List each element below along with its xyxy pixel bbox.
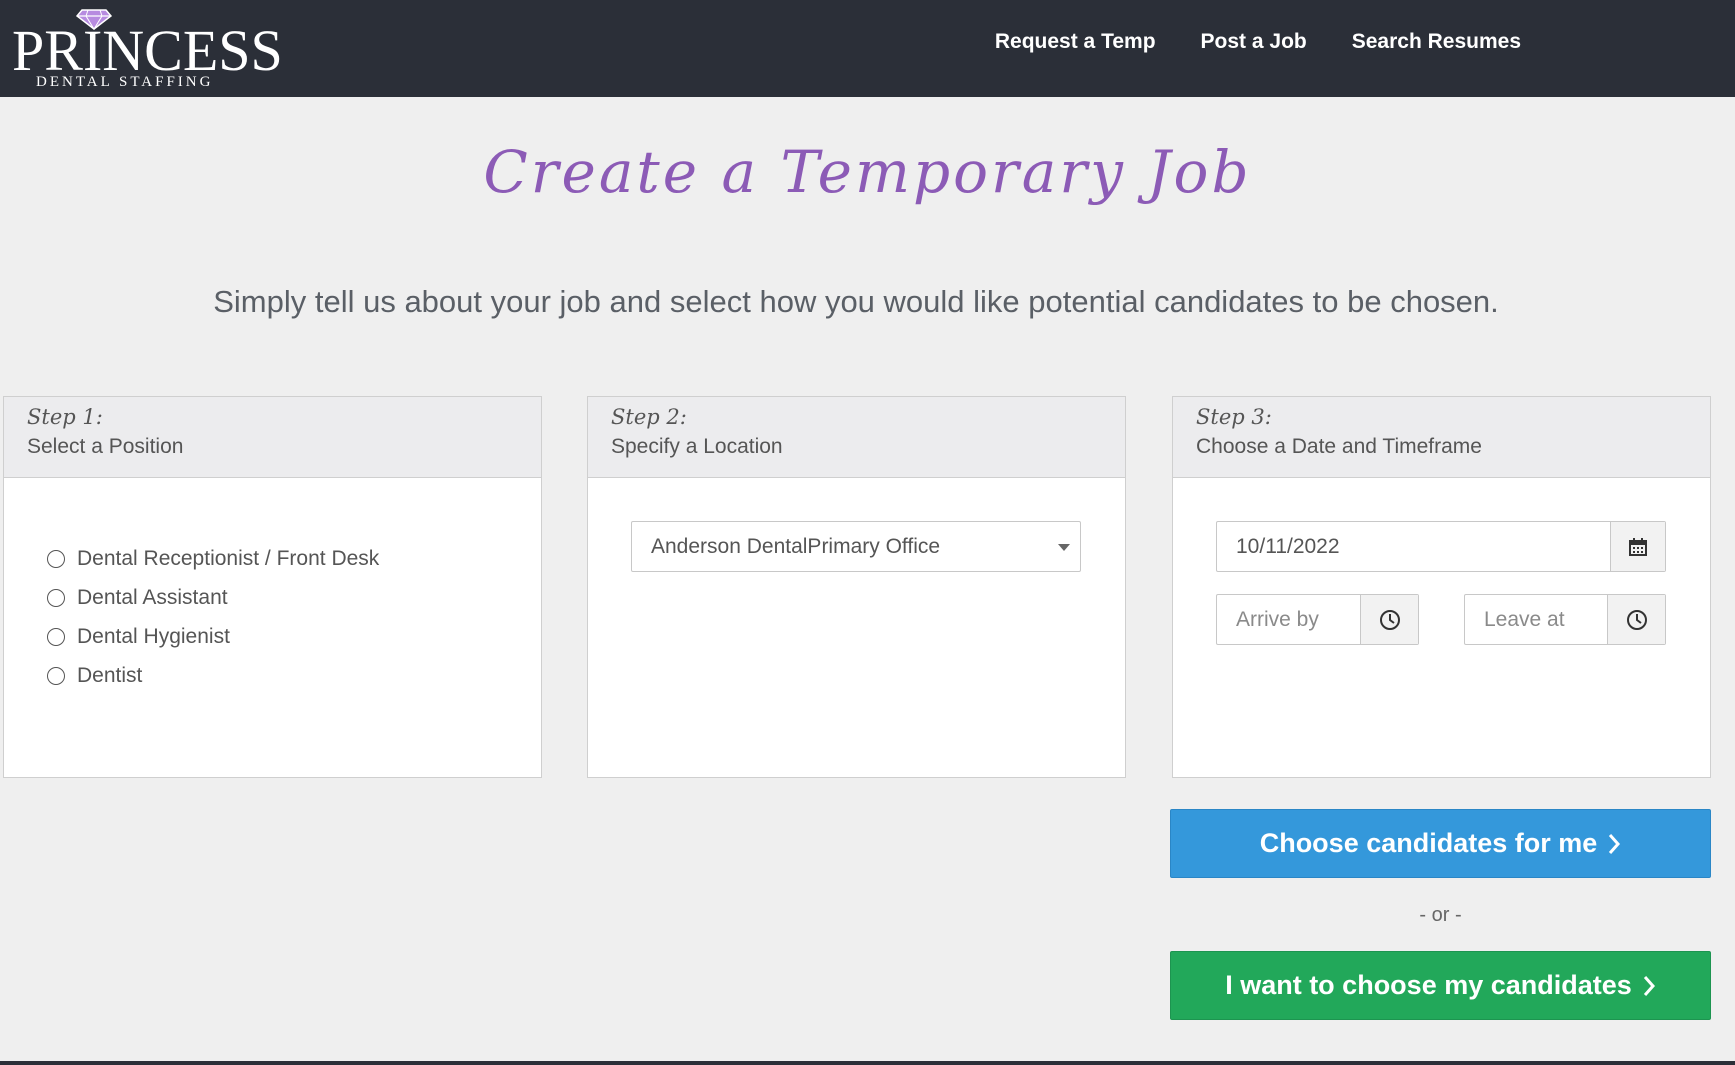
leave-time-input[interactable]: Leave at [1465, 595, 1607, 644]
clock-icon [1626, 609, 1647, 630]
main-nav: Request a Temp Post a Job Search Resumes [995, 30, 1521, 54]
position-option-receptionist[interactable]: Dental Receptionist / Front Desk [47, 539, 379, 578]
nav-post-job[interactable]: Post a Job [1201, 30, 1307, 54]
calendar-button[interactable] [1610, 522, 1665, 571]
page-title: Create a Temporary Job [483, 138, 1252, 206]
choose-myself-label: I want to choose my candidates [1225, 970, 1632, 1000]
step-3-header: Step 3: Choose a Date and Timeframe [1173, 397, 1710, 478]
chevron-right-icon [1643, 975, 1655, 996]
step-2-panel: Step 2: Specify a Location Anderson Dent… [587, 396, 1126, 778]
nav-search-resumes[interactable]: Search Resumes [1352, 30, 1521, 54]
step-1-panel: Step 1: Select a Position Dental Recepti… [3, 396, 542, 778]
position-option-label: Dentist [77, 663, 143, 687]
leave-time-group: Leave at [1464, 594, 1666, 645]
clock-icon [1379, 609, 1400, 630]
princess-logo[interactable]: PRINCESS DENTAL STAFFING [12, 8, 283, 92]
position-option-label: Dental Receptionist / Front Desk [77, 546, 380, 570]
leave-time-button[interactable] [1607, 595, 1665, 644]
date-input-group: 10/11/2022 [1216, 521, 1666, 572]
arrive-time-group: Arrive by [1216, 594, 1419, 645]
arrive-time-button[interactable] [1360, 595, 1418, 644]
arrive-time-input[interactable]: Arrive by [1217, 595, 1360, 644]
step-2-header: Step 2: Specify a Location [588, 397, 1125, 478]
position-option-label: Dental Assistant [77, 585, 228, 609]
step-1-label: Step 1: [27, 405, 103, 429]
step-1-title: Select a Position [27, 435, 184, 458]
caret-down-icon [1058, 544, 1070, 551]
location-select-value: Anderson DentalPrimary Office [651, 535, 941, 558]
chevron-right-icon [1609, 833, 1621, 854]
step-2-title: Specify a Location [611, 435, 783, 458]
location-select[interactable]: Anderson DentalPrimary Office [631, 521, 1081, 572]
position-option-assistant[interactable]: Dental Assistant [47, 578, 379, 617]
or-divider: - or - [1419, 904, 1462, 926]
top-navbar: PRINCESS DENTAL STAFFING Request a Temp … [0, 0, 1735, 97]
logo-wordmark: PRINCESS [12, 18, 283, 83]
choose-for-me-label: Choose candidates for me [1259, 828, 1598, 858]
position-radio-group: Dental Receptionist / Front Desk Dental … [47, 539, 379, 695]
position-option-dentist[interactable]: Dentist [47, 656, 379, 695]
step-2-label: Step 2: [611, 405, 687, 429]
nav-request-temp[interactable]: Request a Temp [995, 30, 1156, 54]
bottom-border [0, 1061, 1735, 1065]
choose-my-candidates-button[interactable]: I want to choose my candidates [1170, 951, 1711, 1020]
position-option-hygienist[interactable]: Dental Hygienist [47, 617, 379, 656]
page-subtitle: Simply tell us about your job and select… [213, 284, 1499, 319]
logo-tagline: DENTAL STAFFING [36, 74, 214, 90]
radio-button[interactable] [47, 666, 65, 685]
step-3-panel: Step 3: Choose a Date and Timeframe 10/1… [1172, 396, 1711, 778]
step-1-header: Step 1: Select a Position [4, 397, 541, 478]
position-option-label: Dental Hygienist [77, 624, 230, 648]
radio-button[interactable] [47, 549, 65, 568]
calendar-icon [1629, 537, 1647, 556]
step-3-label: Step 3: [1196, 405, 1272, 429]
radio-button[interactable] [47, 627, 65, 646]
date-input[interactable]: 10/11/2022 [1217, 522, 1610, 571]
step-3-title: Choose a Date and Timeframe [1196, 435, 1482, 458]
choose-candidates-for-me-button[interactable]: Choose candidates for me [1170, 809, 1711, 878]
radio-button[interactable] [47, 588, 65, 607]
